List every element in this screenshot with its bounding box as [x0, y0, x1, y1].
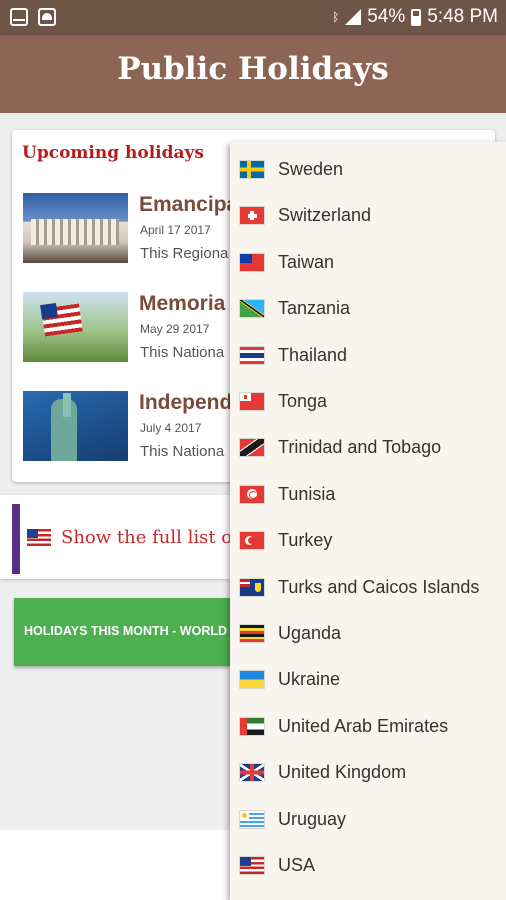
holiday-description: This Nationa: [140, 344, 225, 361]
battery-percent: 54%: [367, 6, 406, 27]
country-label: Turks and Caicos Islands: [278, 576, 480, 597]
app-title: Public Holidays: [117, 51, 389, 87]
battery-icon: [411, 8, 422, 26]
lincoln-memorial-photo: [23, 193, 128, 263]
country-label: USA: [278, 855, 316, 875]
country-label: Tonga: [278, 391, 328, 411]
cloud-notification-icon: [38, 8, 56, 26]
holiday-description: This Nationa: [140, 443, 225, 460]
country-label: United Kingdom: [278, 762, 407, 783]
full-list-link[interactable]: Show the full list of: [61, 527, 239, 548]
holiday-name: Memoria: [139, 292, 226, 315]
country-dropdown[interactable]: Sweden Switzerland Taiwan Tanzania Thail…: [230, 142, 506, 900]
tonga-flag-icon: [240, 393, 264, 410]
turkey-flag-icon: [240, 532, 264, 550]
country-option-trinidad[interactable]: Trinidad and Tobago: [230, 424, 506, 470]
country-label: Turkey: [278, 530, 333, 551]
country-option-thailand[interactable]: Thailand: [230, 332, 506, 378]
country-label: Uganda: [278, 623, 342, 643]
tunisia-flag-icon: [240, 485, 264, 503]
turks-caicos-flag-icon: [240, 578, 264, 596]
country-option-usa[interactable]: USA: [230, 842, 506, 888]
us-flag-icon: [27, 529, 51, 546]
country-option-turks[interactable]: Turks and Caicos Islands: [230, 564, 506, 610]
accent-bar: [12, 504, 20, 574]
usa-flag-icon: [240, 857, 264, 874]
country-label: Trinidad and Tobago: [278, 437, 442, 458]
country-label: Uruguay: [278, 808, 347, 829]
taiwan-flag-icon: [240, 253, 264, 271]
trinidad-flag-icon: [240, 439, 264, 457]
country-option-uae[interactable]: United Arab Emirates: [230, 703, 506, 749]
holiday-name: Independ: [139, 391, 233, 414]
ukraine-flag-icon: [240, 671, 264, 689]
tanzania-flag-icon: [240, 300, 264, 318]
holiday-date: July 4 2017: [140, 421, 202, 435]
mail-notification-icon: [10, 8, 28, 26]
country-option-tanzania[interactable]: Tanzania: [230, 285, 506, 331]
country-label: Tunisia: [278, 483, 336, 504]
country-option-taiwan[interactable]: Taiwan: [230, 239, 506, 285]
country-option-tunisia[interactable]: Tunisia: [230, 471, 506, 517]
clock: 5:48 PM: [427, 6, 498, 27]
status-bar: ᛒ 54% 5:48 PM: [0, 0, 506, 35]
full-list-card[interactable]: Show the full list of: [0, 495, 239, 579]
country-option-tonga[interactable]: Tonga: [230, 378, 506, 424]
signal-icon: [345, 9, 362, 25]
holidays-this-month-button[interactable]: HOLIDAYS THIS MONTH - WORLD: [14, 598, 230, 666]
app-bar: Public Holidays: [0, 35, 506, 113]
uk-flag-icon: [240, 764, 264, 782]
bluetooth-icon: ᛒ: [332, 10, 340, 24]
american-flag-photo: [23, 292, 128, 362]
uruguay-flag-icon: [240, 810, 264, 828]
country-option-sweden[interactable]: Sweden: [230, 146, 506, 192]
holiday-description: This Regiona: [140, 245, 229, 262]
country-option-uk[interactable]: United Kingdom: [230, 749, 506, 795]
country-option-uganda[interactable]: Uganda: [230, 610, 506, 656]
statue-of-liberty-photo: [23, 391, 128, 461]
uganda-flag-icon: [240, 625, 264, 642]
country-option-turkey[interactable]: Turkey: [230, 517, 506, 563]
sweden-flag-icon: [240, 161, 264, 178]
uae-flag-icon: [240, 717, 264, 735]
country-label: Sweden: [278, 159, 344, 179]
country-label: Ukraine: [278, 669, 341, 690]
holiday-date: May 29 2017: [140, 322, 210, 336]
country-option-uruguay[interactable]: Uruguay: [230, 796, 506, 842]
country-option-switzerland[interactable]: Switzerland: [230, 192, 506, 238]
holiday-name: Emancipa: [139, 193, 239, 216]
country-label: Tanzania: [278, 298, 351, 319]
upcoming-holidays-title: Upcoming holidays: [22, 143, 204, 163]
country-label: Taiwan: [278, 251, 335, 272]
country-option-ukraine[interactable]: Ukraine: [230, 656, 506, 702]
holiday-date: April 17 2017: [140, 223, 211, 237]
thailand-flag-icon: [240, 346, 264, 364]
holidays-this-month-label: HOLIDAYS THIS MONTH - WORLD: [24, 624, 228, 638]
country-label: Switzerland: [278, 205, 372, 226]
switzerland-flag-icon: [240, 207, 264, 225]
country-label: United Arab Emirates: [278, 715, 449, 736]
country-label: Thailand: [278, 344, 348, 365]
